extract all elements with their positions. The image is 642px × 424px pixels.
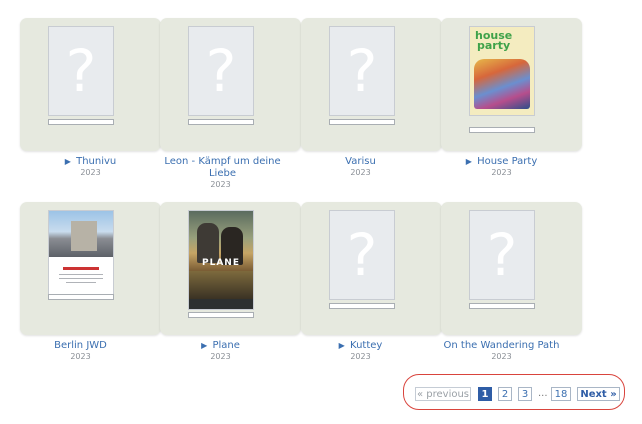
page-3-button[interactable]: 3 bbox=[518, 387, 532, 401]
movie-year: 2023 bbox=[210, 180, 231, 189]
movie-title-link[interactable]: ▶ House Party bbox=[431, 156, 572, 168]
poster-title-text: party bbox=[477, 39, 511, 52]
poster-figure bbox=[197, 223, 219, 263]
movie-year: 2023 bbox=[491, 168, 512, 177]
poster-text-line bbox=[66, 282, 96, 283]
poster-caption-bar bbox=[48, 294, 114, 300]
movie-year: 2023 bbox=[350, 352, 371, 361]
play-icon: ▶ bbox=[64, 157, 71, 166]
movie-card-berlin-jwd[interactable] bbox=[20, 202, 161, 335]
poster-text-line bbox=[59, 278, 103, 279]
poster-caption-bar bbox=[329, 303, 395, 309]
poster-building bbox=[71, 221, 97, 251]
poster-image[interactable] bbox=[48, 210, 114, 300]
movie-title-link[interactable]: Leon - Kämpf um deine Liebe bbox=[152, 156, 293, 180]
poster-title-text: PLANE bbox=[202, 258, 240, 268]
poster-caption-bar bbox=[469, 303, 535, 309]
poster-caption-bar bbox=[469, 127, 535, 133]
poster-placeholder[interactable]: ? bbox=[188, 26, 254, 116]
movie-card-kuttey[interactable]: ? bbox=[301, 202, 442, 335]
poster-caption-bar bbox=[188, 312, 254, 318]
question-mark-icon: ? bbox=[346, 37, 378, 105]
movie-year: 2023 bbox=[350, 168, 371, 177]
poster-image[interactable]: PLANE bbox=[188, 210, 254, 310]
movie-year: 2023 bbox=[491, 352, 512, 361]
poster-placeholder[interactable]: ? bbox=[329, 26, 395, 116]
movie-card-house-party[interactable]: house party bbox=[441, 18, 582, 151]
poster-caption-bar bbox=[329, 119, 395, 125]
page-1-button[interactable]: 1 bbox=[478, 387, 492, 401]
movie-title-link[interactable]: ▶ Thunivu bbox=[20, 156, 161, 168]
movie-year: 2023 bbox=[210, 352, 231, 361]
play-icon: ▶ bbox=[338, 341, 345, 350]
previous-page-button[interactable]: « previous bbox=[415, 387, 471, 401]
page-2-button[interactable]: 2 bbox=[498, 387, 512, 401]
poster-image[interactable]: house party bbox=[469, 26, 535, 116]
movie-title-link[interactable]: Varisu bbox=[290, 156, 431, 168]
movie-card-plane[interactable]: PLANE bbox=[160, 202, 301, 335]
movie-title-link[interactable]: ▶ Kuttey bbox=[290, 340, 431, 352]
poster-caption-bar bbox=[188, 119, 254, 125]
pagination-ellipsis: ... bbox=[538, 388, 548, 399]
question-mark-icon: ? bbox=[486, 221, 518, 289]
movie-card-leon[interactable]: ? bbox=[160, 18, 301, 151]
page-18-button[interactable]: 18 bbox=[551, 387, 571, 401]
movie-card-thunivu[interactable]: ? bbox=[20, 18, 161, 151]
poster-placeholder[interactable]: ? bbox=[329, 210, 395, 300]
movie-card-varisu[interactable]: ? bbox=[301, 18, 442, 151]
poster-placeholder[interactable]: ? bbox=[48, 26, 114, 116]
poster-ground bbox=[189, 271, 253, 299]
poster-artwork bbox=[474, 59, 530, 109]
movie-title-link[interactable]: ▶ Plane bbox=[150, 340, 291, 352]
poster-text-line bbox=[59, 274, 103, 275]
poster-placeholder[interactable]: ? bbox=[469, 210, 535, 300]
movie-title-link[interactable]: On the Wandering Path bbox=[431, 340, 572, 352]
question-mark-icon: ? bbox=[346, 221, 378, 289]
play-icon: ▶ bbox=[201, 341, 208, 350]
movie-year: 2023 bbox=[70, 352, 91, 361]
play-icon: ▶ bbox=[465, 157, 472, 166]
next-page-button[interactable]: Next » bbox=[577, 387, 620, 401]
movie-year: 2023 bbox=[80, 168, 101, 177]
movie-card-on-the-wandering-path[interactable]: ? bbox=[441, 202, 582, 335]
poster-caption-bar bbox=[48, 119, 114, 125]
question-mark-icon: ? bbox=[65, 37, 97, 105]
movie-title-link[interactable]: Berlin JWD bbox=[10, 340, 151, 352]
poster-red-line bbox=[63, 267, 99, 270]
question-mark-icon: ? bbox=[205, 37, 237, 105]
